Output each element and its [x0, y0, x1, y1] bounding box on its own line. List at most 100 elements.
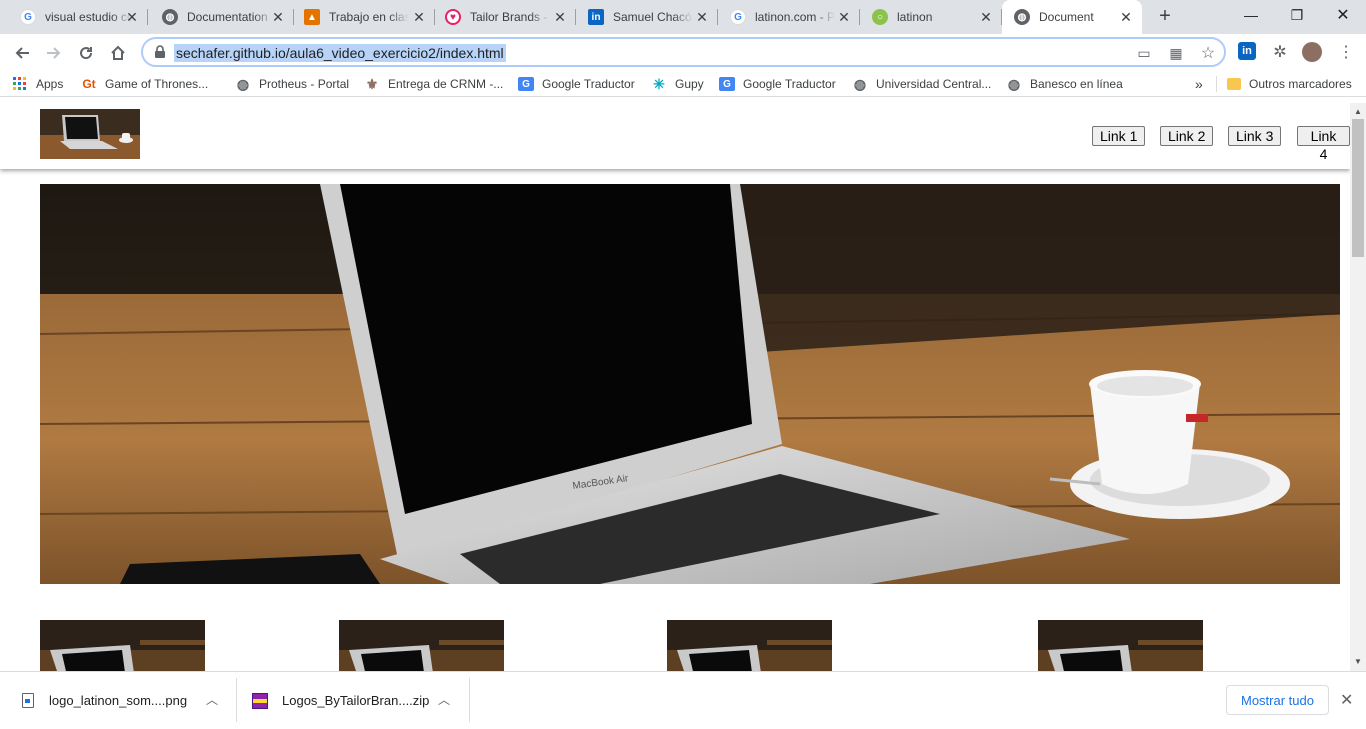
bookmark-entrega-crnm[interactable]: ⚜ Entrega de CRNM -...: [364, 74, 504, 94]
bookmark-other-folder[interactable]: Outros marcadores: [1227, 74, 1352, 94]
nav-link-1[interactable]: Link 1: [1092, 126, 1146, 146]
apps-grid-icon: [12, 76, 28, 92]
new-tab-button[interactable]: +: [1154, 5, 1176, 27]
nav-link-4[interactable]: Link 4: [1297, 126, 1350, 162]
lock-icon[interactable]: [153, 45, 167, 59]
minimize-button[interactable]: —: [1228, 0, 1274, 30]
home-button[interactable]: [105, 40, 131, 66]
bookmark-google-traductor-1[interactable]: G Google Traductor: [518, 74, 635, 94]
bookmark-label: Outros marcadores: [1249, 77, 1352, 91]
google-icon: G: [730, 9, 746, 25]
close-tab-icon[interactable]: ✕: [270, 9, 286, 25]
address-bar[interactable]: sechafer.github.io/aula6_video_exercicio…: [141, 37, 1226, 67]
download-item-zip[interactable]: Logos_ByTailorBran....zip ︿: [252, 672, 457, 729]
cast-icon[interactable]: ▭: [1135, 44, 1153, 62]
download-bar: logo_latinon_som....png ︿ Logos_ByTailor…: [0, 671, 1366, 728]
home-icon: [111, 45, 125, 60]
thumbnail-image-1: [40, 620, 205, 671]
thumbnail-image-3: [667, 620, 832, 671]
chevron-up-icon[interactable]: ︿: [206, 691, 218, 708]
restore-button[interactable]: ❐: [1274, 0, 1320, 30]
close-window-button[interactable]: ✕: [1320, 0, 1366, 30]
bookmarks-overflow-chevron-icon[interactable]: »: [1195, 74, 1203, 94]
png-file-icon: [22, 693, 34, 708]
seal-icon: ⚜: [365, 75, 379, 92]
close-tab-icon[interactable]: ✕: [978, 9, 994, 25]
globe-icon: ◍: [853, 75, 867, 92]
close-tab-icon[interactable]: ✕: [1118, 9, 1134, 25]
globe-icon: ◍: [162, 9, 178, 25]
thumbnail-image-4: [1038, 620, 1203, 671]
gt-icon: Gt: [82, 77, 96, 91]
menu-kebab-icon[interactable]: ⋮: [1336, 42, 1356, 62]
bookmark-game-of-thrones[interactable]: Gt Game of Thrones...: [81, 74, 208, 94]
qr-code-icon[interactable]: ▦: [1167, 44, 1185, 62]
close-download-bar-icon[interactable]: ✕: [1340, 690, 1353, 710]
tab-tailor-brands[interactable]: ♥ Tailor Brands - Logo ✕: [435, 0, 576, 34]
site-logo[interactable]: [40, 109, 140, 159]
back-arrow-icon: [15, 47, 29, 59]
profile-avatar[interactable]: [1302, 42, 1322, 62]
bookmark-star-icon[interactable]: ☆: [1199, 44, 1217, 62]
scroll-down-arrow-icon[interactable]: ▼: [1354, 657, 1362, 666]
page-scrollbar[interactable]: ▲ ▼: [1350, 103, 1366, 671]
close-tab-icon[interactable]: ✕: [836, 9, 852, 25]
nav-link-2[interactable]: Link 2: [1160, 126, 1214, 146]
bookmark-protheus[interactable]: ◍ Protheus - Portal: [235, 74, 349, 94]
download-item-png[interactable]: logo_latinon_som....png ︿: [22, 672, 222, 729]
download-filename: logo_latinon_som....png: [49, 693, 188, 708]
reload-button[interactable]: [73, 40, 99, 66]
bookmark-label: Gupy: [675, 77, 704, 91]
tab-title: Documentation: [187, 10, 268, 24]
close-tab-icon[interactable]: ✕: [411, 9, 427, 25]
bookmark-label: Game of Thrones...: [105, 77, 209, 91]
download-filename: Logos_ByTailorBran....zip: [282, 693, 430, 708]
tab-trabajo-en-clase[interactable]: ▲ Trabajo en clase ✕: [294, 0, 435, 34]
hero-image: MacBook Air: [40, 184, 1340, 584]
bookmark-label: Apps: [36, 77, 64, 91]
translate-icon: G: [518, 77, 534, 91]
tab-title: latinon.com - Pesquisa: [755, 10, 835, 24]
bookmark-apps[interactable]: Apps: [12, 74, 63, 94]
close-tab-icon[interactable]: ✕: [124, 9, 140, 25]
linkedin-extension-icon[interactable]: in: [1238, 42, 1256, 60]
tab-visual-estudio[interactable]: G visual estudio code ✕: [0, 0, 148, 34]
download-divider: [469, 678, 470, 722]
bookmark-gupy[interactable]: ✳ Gupy: [651, 74, 704, 94]
bookmark-banesco[interactable]: ◍ Banesco en línea: [1006, 74, 1123, 94]
reload-icon: [80, 47, 93, 60]
tab-strip: G visual estudio code ✕ ◍ Documentation …: [0, 0, 1366, 34]
tab-document[interactable]: ◍ Document ✕: [1002, 0, 1142, 34]
tab-documentation[interactable]: ◍ Documentation ✕: [148, 0, 294, 34]
back-button[interactable]: [9, 40, 35, 66]
google-icon: G: [20, 9, 36, 25]
tab-latinon-pesquisa[interactable]: G latinon.com - Pesquisa ✕: [718, 0, 860, 34]
bookmark-universidad-central[interactable]: ◍ Universidad Central...: [852, 74, 992, 94]
bookmark-label: Banesco en línea: [1030, 77, 1123, 91]
tab-latinon[interactable]: ○ latinon ✕: [860, 0, 1002, 34]
tab-title: visual estudio code: [45, 10, 133, 24]
classroom-icon: ▲: [304, 9, 320, 25]
globe-icon: ◍: [1014, 9, 1030, 25]
chevron-up-icon[interactable]: ︿: [438, 691, 450, 708]
bookmark-google-traductor-2[interactable]: G Google Traductor: [719, 74, 836, 94]
globe-icon: ◍: [1007, 75, 1021, 92]
url-text[interactable]: sechafer.github.io/aula6_video_exercicio…: [174, 44, 506, 62]
tab-samuel-chacon[interactable]: in Samuel Chacón ✕: [576, 0, 718, 34]
scroll-up-arrow-icon[interactable]: ▲: [1354, 107, 1362, 116]
gupy-icon: ✳: [653, 75, 665, 92]
bookmark-label: Google Traductor: [542, 77, 635, 91]
show-all-downloads-button[interactable]: Mostrar tudo: [1226, 685, 1329, 715]
forward-button[interactable]: [41, 40, 67, 66]
nav-link-3[interactable]: Link 3: [1228, 126, 1282, 146]
scrollbar-thumb[interactable]: [1352, 119, 1364, 257]
bookmark-label: Protheus - Portal: [259, 77, 350, 91]
folder-icon: [1227, 78, 1241, 90]
tab-title: latinon: [897, 10, 933, 24]
close-tab-icon[interactable]: ✕: [694, 9, 710, 25]
close-tab-icon[interactable]: ✕: [552, 9, 568, 25]
page-viewport: Link 1 Link 2 Link 3 Link 4 MacBook Air: [0, 103, 1350, 671]
bookmarks-bar: Apps Gt Game of Thrones... ◍ Protheus - …: [0, 71, 1366, 97]
globe-icon: ◍: [236, 75, 250, 92]
extensions-puzzle-icon[interactable]: ✲: [1270, 42, 1290, 62]
